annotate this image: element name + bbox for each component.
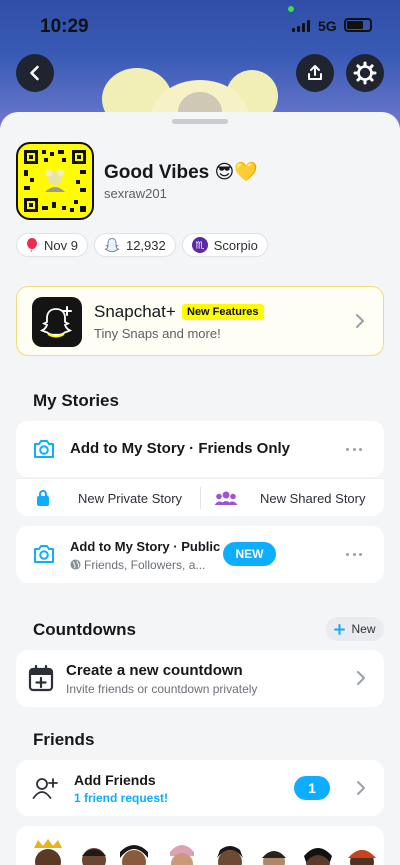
bitmoji-avatar — [170, 845, 194, 865]
share-icon — [308, 65, 322, 80]
add-to-story-public[interactable]: Add to My Story · Public Friends, Follow… — [16, 526, 384, 583]
bitmoji-avatar — [217, 846, 243, 865]
camera-icon — [34, 545, 54, 563]
add-friends-title: Add Friends — [74, 772, 156, 788]
chevron-right-icon — [356, 314, 364, 328]
friends-heading: Friends — [33, 730, 95, 749]
friend-request-count-badge: 1 — [294, 776, 330, 800]
zodiac-label: Scorpio — [213, 237, 258, 253]
snapcode[interactable] — [16, 142, 94, 220]
zodiac-chip[interactable]: ♏ Scorpio — [181, 233, 268, 257]
sheet-grabber[interactable] — [172, 119, 228, 124]
create-countdown-card[interactable]: Create a new countdown Invite friends or… — [16, 650, 384, 707]
my-stories-heading: My Stories — [33, 391, 119, 410]
status-bar: 10:29 5G — [0, 0, 400, 50]
new-badge: NEW — [223, 542, 276, 566]
snapscore-chip[interactable]: 12,932 — [93, 233, 176, 257]
settings-button[interactable] — [346, 54, 384, 92]
camera-icon — [34, 440, 54, 458]
new-story-options: New Private Story New Shared Story — [16, 478, 384, 516]
globe-icon — [70, 559, 81, 570]
snapcode-qr-icon — [24, 150, 86, 212]
display-name: Good Vibes 😎💛 — [104, 162, 258, 183]
new-shared-story-button[interactable]: New Shared Story — [214, 479, 366, 517]
new-countdown-button[interactable]: New — [326, 617, 384, 641]
snapchat-plus-title: Snapchat+ — [94, 302, 176, 321]
plus-icon — [334, 623, 346, 635]
new-features-badge: New Features — [182, 304, 264, 320]
birthday-chip[interactable]: Nov 9 — [16, 233, 88, 257]
countdowns-heading: Countdowns — [33, 620, 136, 639]
balloon-icon — [27, 238, 37, 252]
friend-requests-label: 1 friend request! — [74, 791, 169, 805]
share-button[interactable] — [296, 54, 334, 92]
new-private-story-button[interactable]: New Private Story — [36, 479, 182, 517]
battery-icon — [344, 18, 372, 32]
bitmoji-avatar — [82, 848, 106, 865]
more-options-icon[interactable] — [346, 553, 362, 556]
friends-bitmoji-preview[interactable] — [16, 826, 384, 865]
snapscore-label: 12,932 — [125, 237, 166, 253]
bitmoji-avatar — [34, 839, 62, 865]
bitmoji-avatar — [120, 845, 148, 865]
camera-indicator-icon — [288, 6, 294, 12]
snapchat-plus-card[interactable]: Snapchat+ New Features Tiny Snaps and mo… — [16, 286, 384, 356]
create-countdown-title: Create a new countdown — [66, 662, 243, 679]
add-to-story-public-label: Add to My Story · Public — [70, 539, 221, 554]
bitmoji-avatar — [262, 851, 286, 865]
add-to-story-friends-only[interactable]: Add to My Story · Friends Only — [16, 421, 384, 477]
new-private-story-label: New Private Story — [78, 490, 183, 506]
public-audience-label: Friends, Followers, a... — [84, 558, 206, 572]
group-icon — [214, 491, 238, 505]
new-countdown-label: New — [351, 622, 376, 636]
chevron-left-icon — [30, 65, 39, 81]
snap-ghost-icon — [104, 237, 120, 253]
network-type: 5G — [318, 18, 337, 34]
status-time: 10:29 — [40, 16, 89, 37]
birthday-label: Nov 9 — [44, 237, 78, 253]
more-options-icon[interactable] — [346, 448, 362, 451]
profile-sheet: Good Vibes 😎💛 sexraw201 Nov 9 12,932 ♏ S… — [0, 112, 400, 865]
scorpio-icon: ♏ — [191, 237, 208, 253]
chevron-right-icon — [357, 781, 365, 795]
signal-icon — [292, 20, 310, 32]
calendar-add-icon — [28, 664, 54, 692]
add-to-story-friends-label: Add to My Story · Friends Only — [70, 440, 291, 457]
add-friends-card[interactable]: Add Friends 1 friend request! 1 — [16, 760, 384, 816]
split-divider — [200, 487, 201, 509]
snapchat-plus-subtitle: Tiny Snaps and more! — [94, 326, 221, 341]
back-button[interactable] — [16, 54, 54, 92]
snapchat-plus-logo-icon — [32, 297, 82, 347]
bitmoji-avatar — [348, 850, 376, 865]
bitmoji-avatar — [304, 848, 332, 865]
gear-icon — [353, 61, 377, 85]
chevron-right-icon — [357, 671, 365, 685]
add-friend-icon — [32, 778, 58, 799]
profile-chips: Nov 9 12,932 ♏ Scorpio — [16, 233, 268, 257]
username: sexraw201 — [104, 186, 167, 201]
new-shared-story-label: New Shared Story — [260, 490, 366, 506]
create-countdown-subtitle: Invite friends or countdown privately — [66, 682, 258, 696]
svg-text:♏: ♏ — [195, 241, 204, 252]
lock-icon — [37, 490, 49, 506]
